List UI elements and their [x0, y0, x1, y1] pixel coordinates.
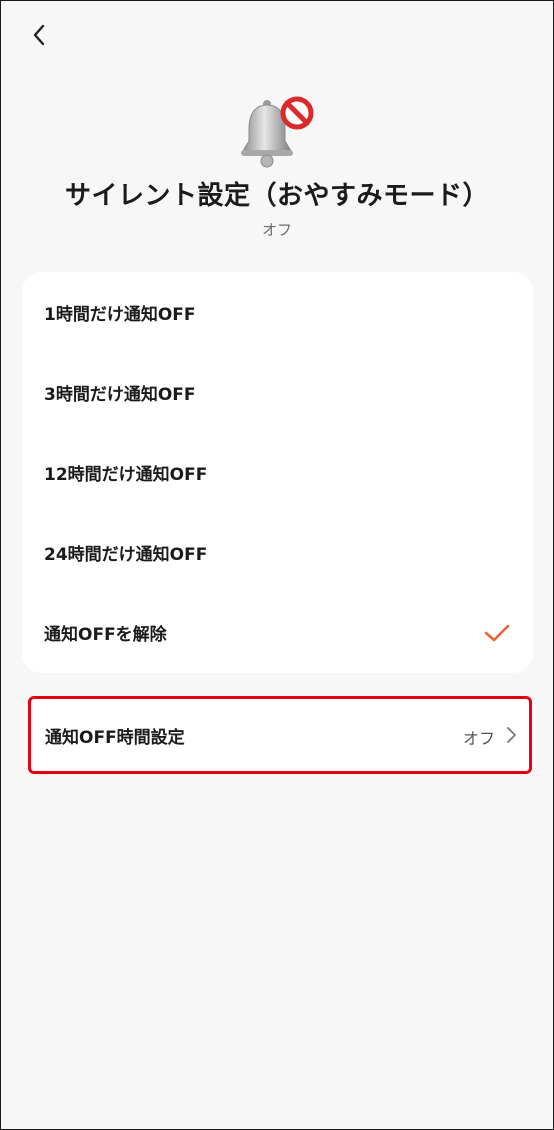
option-label: 12時間だけ通知OFF — [44, 464, 208, 485]
option-24-hours[interactable]: 24時間だけ通知OFF — [22, 512, 533, 592]
silent-mode-screen: サイレント設定（おやすみモード） オフ 1時間だけ通知OFF 3時間だけ通知OF… — [0, 0, 554, 1130]
option-cancel-notification-off[interactable]: 通知OFFを解除 — [22, 592, 533, 672]
checkmark-icon — [484, 624, 510, 642]
bell-with-prohibition-icon — [241, 96, 314, 168]
time-setting-label: 通知OFF時間設定 — [45, 728, 185, 748]
chevron-left-icon — [33, 24, 45, 46]
option-12-hours[interactable]: 12時間だけ通知OFF — [22, 432, 533, 512]
option-label: 24時間だけ通知OFF — [44, 544, 208, 565]
back-button[interactable] — [21, 17, 57, 53]
status-text: オフ — [261, 221, 292, 239]
option-3-hours[interactable]: 3時間だけ通知OFF — [22, 352, 533, 432]
notification-off-time-setting-row[interactable]: 通知OFF時間設定 オフ — [31, 699, 529, 771]
option-label: 通知OFFを解除 — [44, 624, 167, 645]
page-title: サイレント設定（おやすみモード） — [64, 181, 489, 211]
options-list: 1時間だけ通知OFF 3時間だけ通知OFF 12時間だけ通知OFF 24時間だけ… — [22, 272, 533, 673]
option-label: 3時間だけ通知OFF — [44, 384, 196, 405]
chevron-right-icon — [507, 727, 516, 743]
option-label: 1時間だけ通知OFF — [44, 304, 196, 325]
highlight-frame: 通知OFF時間設定 オフ — [28, 696, 532, 774]
time-setting-value: オフ — [462, 729, 495, 748]
option-1-hour[interactable]: 1時間だけ通知OFF — [22, 272, 533, 352]
